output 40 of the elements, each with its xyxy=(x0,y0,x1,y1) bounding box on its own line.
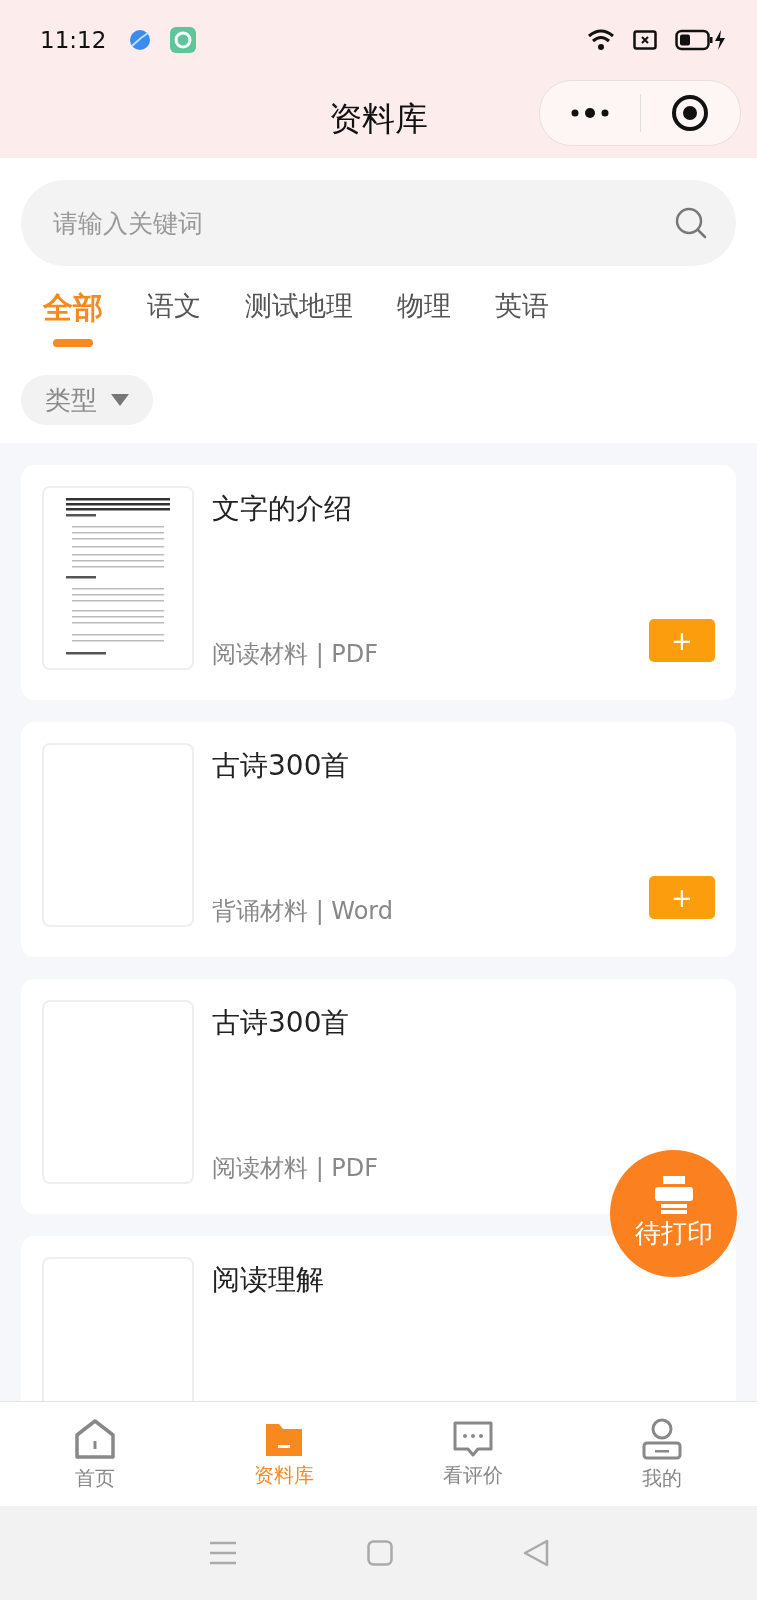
status-time: 11:12 xyxy=(40,27,107,53)
material-title: 古诗300首 xyxy=(212,748,351,784)
category-tab[interactable]: 物理 xyxy=(397,288,451,363)
back-icon[interactable] xyxy=(522,1539,549,1567)
printer-icon xyxy=(652,1176,695,1214)
category-tab[interactable]: 语文 xyxy=(147,288,201,363)
nav-tab[interactable]: 首页 xyxy=(0,1402,190,1506)
home-button-icon[interactable] xyxy=(366,1540,393,1566)
add-button[interactable]: + xyxy=(649,619,715,662)
material-title: 阅读理解 xyxy=(212,1262,325,1298)
chat-icon xyxy=(452,1419,495,1458)
target-icon xyxy=(671,94,710,132)
nav-tab[interactable]: 资料库 xyxy=(189,1402,379,1506)
home-icon xyxy=(72,1416,117,1461)
sim-icon xyxy=(633,30,657,50)
caret-icon xyxy=(111,394,129,406)
material-title: 古诗300首 xyxy=(212,1005,351,1041)
battery-charging-icon xyxy=(675,29,727,51)
app-icon xyxy=(128,28,153,52)
material-meta: 阅读材料 | PDF xyxy=(212,1153,379,1184)
category-tab[interactable]: 英语 xyxy=(495,288,549,363)
material-title: 文字的介绍 xyxy=(212,491,353,527)
type-filter[interactable]: 类型 xyxy=(21,375,153,425)
menu-icon[interactable] xyxy=(208,1541,237,1565)
material-meta: 阅读材料 | PDF xyxy=(212,639,379,670)
app-icon xyxy=(170,27,197,53)
wifi-icon xyxy=(587,28,615,52)
more-icon xyxy=(569,107,610,119)
material-card[interactable]: 古诗300首 阅读材料 | PDF xyxy=(21,979,736,1214)
material-card[interactable]: 文字的介绍 阅读材料 | PDF + xyxy=(21,465,736,700)
material-card[interactable]: 古诗300首 背诵材料 | Word + xyxy=(21,722,736,957)
nav-tab[interactable]: 我的 xyxy=(567,1402,757,1506)
nav-tab[interactable]: 看评价 xyxy=(378,1402,568,1506)
add-button[interactable]: + xyxy=(649,876,715,919)
user-icon xyxy=(641,1416,684,1461)
category-tab[interactable]: 全部 xyxy=(43,288,103,363)
page-title: 资料库 xyxy=(329,97,428,140)
category-tab[interactable]: 测试地理 xyxy=(245,288,353,363)
search-icon xyxy=(674,206,708,240)
material-meta: 背诵材料 | Word xyxy=(212,896,394,927)
